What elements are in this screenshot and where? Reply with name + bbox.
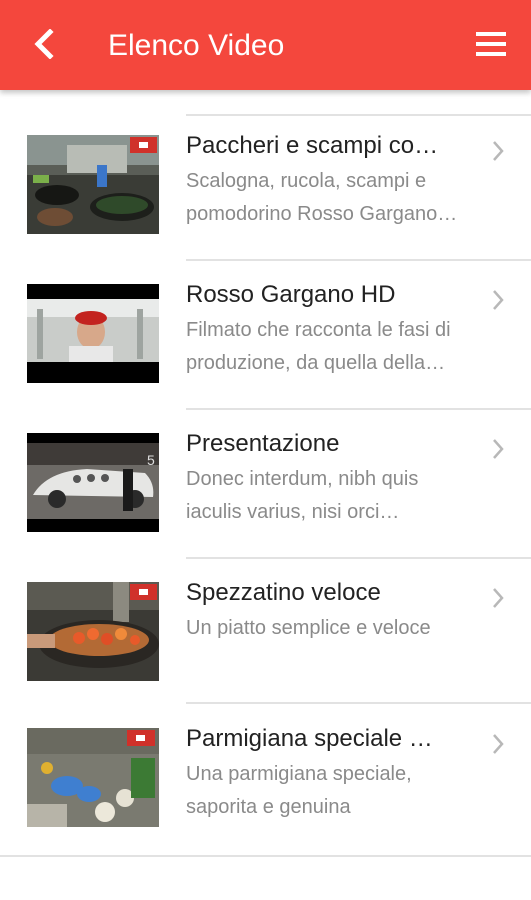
menu-button[interactable]: [469, 22, 513, 66]
chevron-right-icon: [493, 588, 504, 608]
video-description: Un piatto semplice e veloce: [186, 617, 431, 639]
chevron-right-icon: [493, 290, 504, 310]
video-description: Scalogna, rucola, scampi e pomodorino Ro…: [186, 170, 458, 225]
kitchen-pan-thumbnail: [27, 135, 159, 234]
video-title: Spezzatino veloce: [186, 579, 381, 606]
video-list-item[interactable]: Parmigiana speciale … Una parmigiana spe…: [0, 718, 531, 852]
divider: [0, 855, 531, 857]
video-list-item[interactable]: 5 Presentazione Donec interdum, nibh qui…: [0, 423, 531, 557]
divider: [186, 557, 531, 559]
divider: [186, 259, 531, 261]
divider: [186, 702, 531, 704]
video-list: Paccheri e scampi co… Scalogna, rucola, …: [0, 90, 531, 900]
tomato-pan-thumbnail: [27, 582, 159, 681]
video-title: Rosso Gargano HD: [186, 281, 396, 308]
chevron-right-icon: [493, 734, 504, 754]
video-list-item[interactable]: Paccheri e scampi co… Scalogna, rucola, …: [0, 125, 531, 259]
video-description: Una parmigiana speciale, saporita e genu…: [186, 763, 412, 818]
video-title: Paccheri e scampi co…: [186, 132, 439, 159]
page-title: Elenco Video: [108, 29, 285, 62]
cooking-hands-thumbnail: [27, 728, 159, 827]
chevron-right-icon: [493, 439, 504, 459]
chevron-left-icon: [34, 29, 54, 59]
hamburger-menu-icon: [476, 32, 506, 56]
chevron-right-icon: [493, 141, 504, 161]
video-description: Filmato che racconta le fasi di produzio…: [186, 319, 451, 374]
video-list-item[interactable]: Spezzatino veloce Un piatto semplice e v…: [0, 572, 531, 700]
factory-worker-thumbnail: [27, 284, 159, 383]
divider: [186, 114, 531, 116]
back-button[interactable]: [22, 22, 66, 66]
car-showroom-thumbnail: 5: [27, 433, 159, 532]
divider: [186, 408, 531, 410]
video-list-item[interactable]: Rosso Gargano HD Filmato che racconta le…: [0, 274, 531, 408]
video-title: Parmigiana speciale …: [186, 725, 433, 752]
app-bar: Elenco Video: [0, 0, 531, 90]
svg-text:5: 5: [147, 452, 155, 468]
video-title: Presentazione: [186, 430, 340, 457]
video-description: Donec interdum, nibh quis iaculis varius…: [186, 468, 419, 523]
